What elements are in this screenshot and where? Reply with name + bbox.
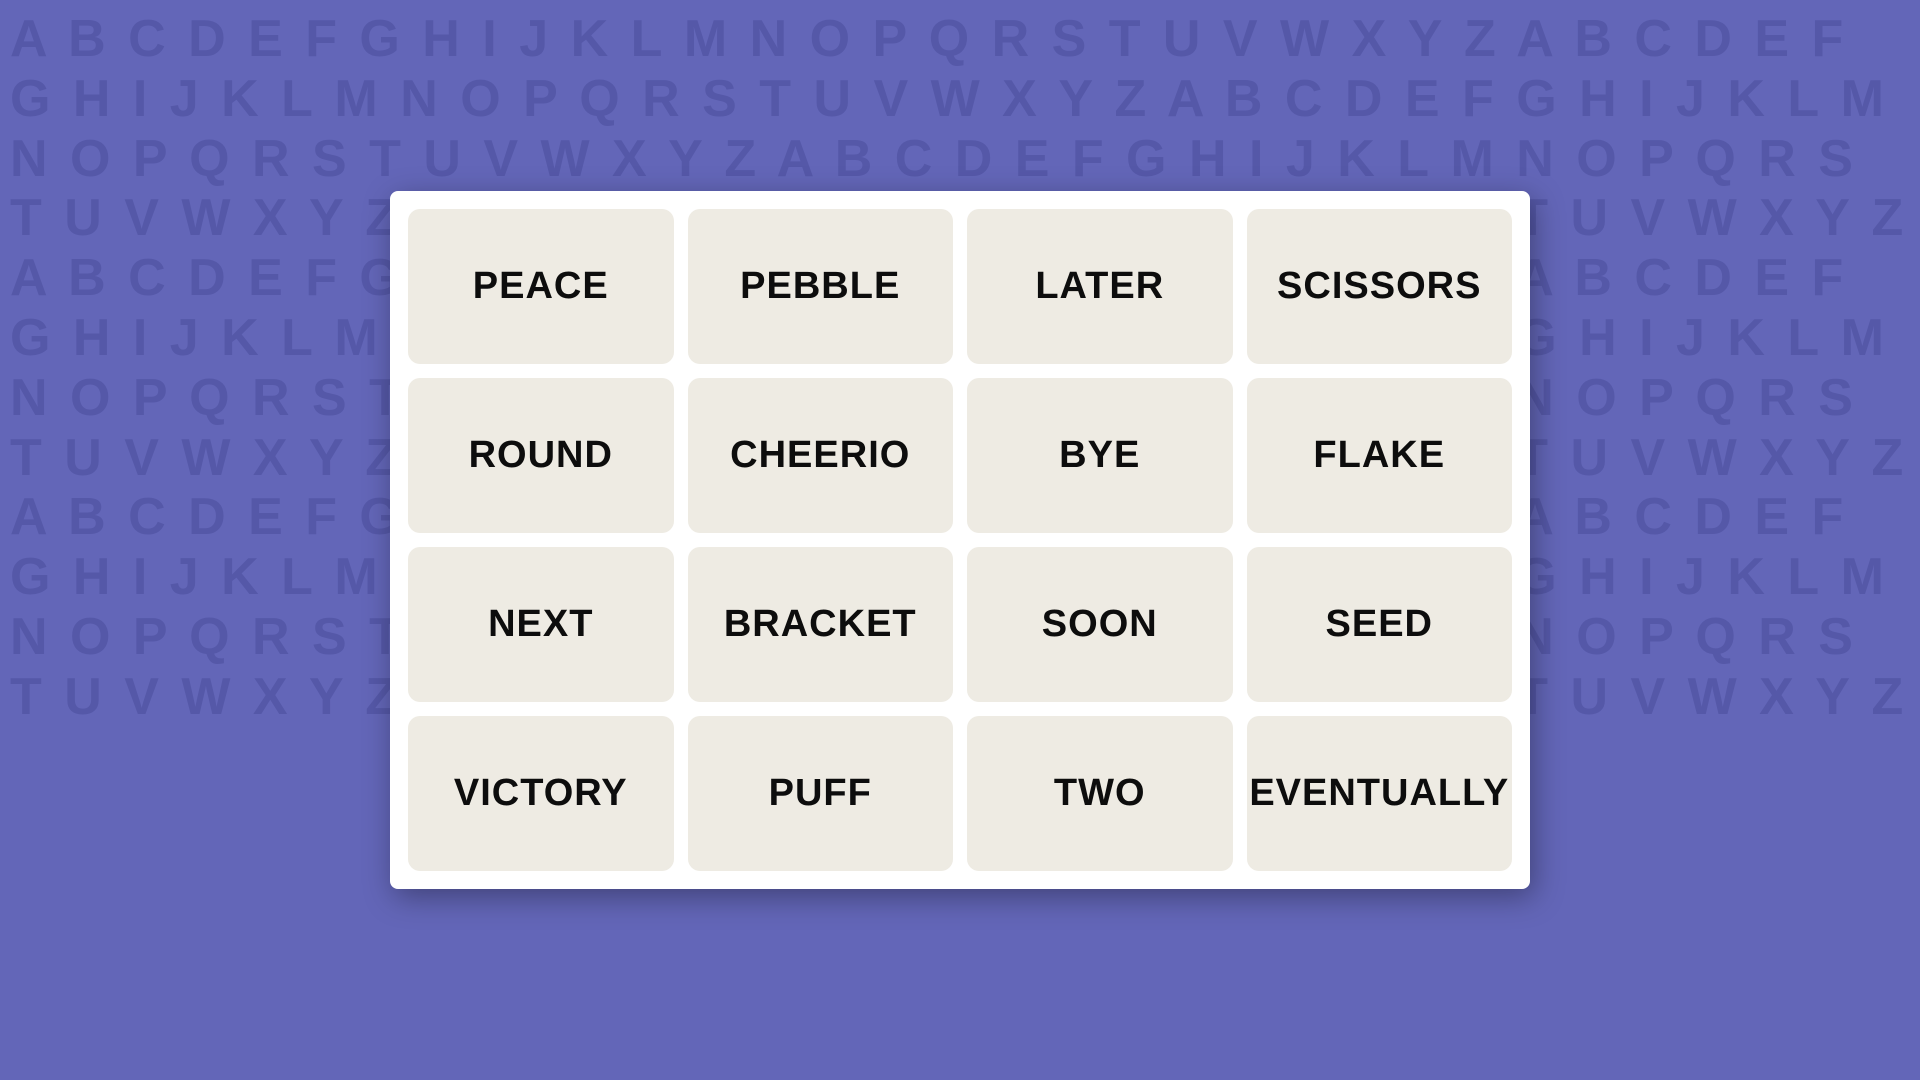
word-label: SEED: [1326, 603, 1433, 646]
word-card-bye[interactable]: BYE: [967, 378, 1233, 533]
word-label: EVENTUALLY: [1249, 772, 1509, 815]
word-label: NEXT: [488, 603, 593, 646]
word-label: LATER: [1035, 265, 1164, 308]
word-label: PEBBLE: [740, 265, 900, 308]
word-label: PUFF: [769, 772, 872, 815]
word-card-round[interactable]: ROUND: [408, 378, 674, 533]
word-label: BYE: [1059, 434, 1140, 477]
word-card-bracket[interactable]: BRACKET: [688, 547, 954, 702]
word-label: SCISSORS: [1277, 265, 1481, 308]
word-card-two[interactable]: TWO: [967, 716, 1233, 871]
word-card-victory[interactable]: VICTORY: [408, 716, 674, 871]
word-label: ROUND: [469, 434, 613, 477]
word-label: VICTORY: [454, 772, 628, 815]
word-label: PEACE: [473, 265, 609, 308]
word-label: CHEERIO: [730, 434, 910, 477]
word-label: TWO: [1054, 772, 1146, 815]
word-card-seed[interactable]: SEED: [1247, 547, 1513, 702]
word-card-later[interactable]: LATER: [967, 209, 1233, 364]
word-label: FLAKE: [1313, 434, 1445, 477]
word-card-eventually[interactable]: EVENTUALLY: [1247, 716, 1513, 871]
word-label: BRACKET: [724, 603, 917, 646]
word-card-scissors[interactable]: SCISSORS: [1247, 209, 1513, 364]
word-label: SOON: [1042, 603, 1158, 646]
word-card-flake[interactable]: FLAKE: [1247, 378, 1513, 533]
word-card-puff[interactable]: PUFF: [688, 716, 954, 871]
word-card-pebble[interactable]: PEBBLE: [688, 209, 954, 364]
word-card-cheerio[interactable]: CHEERIO: [688, 378, 954, 533]
word-card-peace[interactable]: PEACE: [408, 209, 674, 364]
word-card-next[interactable]: NEXT: [408, 547, 674, 702]
word-grid-panel: PEACE PEBBLE LATER SCISSORS ROUND CHEERIO BYE F…: [390, 191, 1530, 889]
word-card-soon[interactable]: SOON: [967, 547, 1233, 702]
word-grid: PEACE PEBBLE LATER SCISSORS ROUND CHEERIO BYE F…: [408, 209, 1512, 871]
